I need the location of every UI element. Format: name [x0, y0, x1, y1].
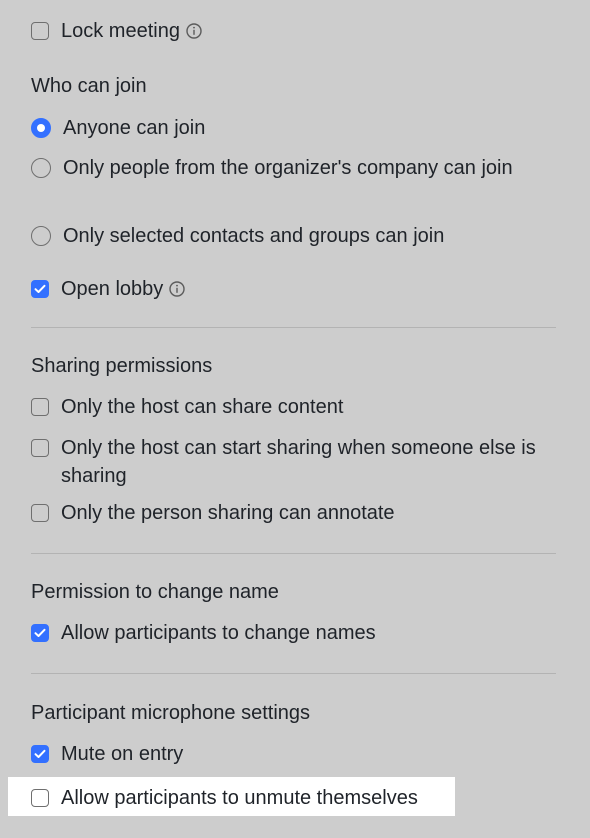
- lock-meeting-checkbox[interactable]: [31, 22, 49, 40]
- checkbox-label: Only the host can start sharing when som…: [61, 437, 536, 487]
- share-annotate-option[interactable]: Only the person sharing can annotate: [31, 499, 395, 527]
- share-host-start-option[interactable]: Only the host can start sharing when som…: [31, 434, 556, 490]
- checkbox[interactable]: [31, 439, 49, 457]
- radio-selected-contacts[interactable]: Only selected contacts and groups can jo…: [31, 222, 444, 250]
- checkbox-label: Mute on entry: [61, 743, 184, 765]
- radio-company-only[interactable]: Only people from the organizer's company…: [31, 154, 531, 182]
- checkbox-label: Allow participants to change names: [61, 622, 376, 644]
- open-lobby-label: Open lobby: [61, 278, 164, 300]
- checkbox-label: Only the host can share content: [61, 396, 344, 418]
- checkbox[interactable]: [31, 789, 49, 807]
- lock-meeting-option[interactable]: Lock meeting: [31, 17, 202, 45]
- section-divider: [31, 327, 556, 328]
- who-can-join-heading: Who can join: [31, 75, 147, 97]
- radio-label: Anyone can join: [63, 117, 206, 139]
- checkbox-label: Only the person sharing can annotate: [61, 502, 395, 524]
- radio-button-selected[interactable]: [31, 118, 51, 138]
- checkbox[interactable]: [31, 398, 49, 416]
- radio-label: Only people from the organizer's company…: [63, 157, 513, 179]
- mute-on-entry-option[interactable]: Mute on entry: [31, 740, 183, 768]
- checkbox-checked[interactable]: [31, 745, 49, 763]
- microphone-heading: Participant microphone settings: [31, 702, 311, 724]
- section-divider: [31, 553, 556, 554]
- section-divider: [31, 673, 556, 674]
- open-lobby-option[interactable]: Open lobby: [31, 275, 185, 303]
- info-icon[interactable]: [186, 23, 202, 39]
- share-host-only-option[interactable]: Only the host can share content: [31, 393, 343, 421]
- checkbox-label: Allow participants to unmute themselves: [61, 787, 418, 809]
- info-icon[interactable]: [169, 281, 185, 297]
- allow-change-names-option[interactable]: Allow participants to change names: [31, 619, 376, 647]
- open-lobby-checkbox[interactable]: [31, 280, 49, 298]
- lock-meeting-label: Lock meeting: [61, 20, 180, 42]
- allow-unmute-option[interactable]: Allow participants to unmute themselves: [31, 784, 418, 812]
- change-name-heading: Permission to change name: [31, 581, 279, 603]
- radio-button[interactable]: [31, 226, 51, 246]
- radio-button[interactable]: [31, 158, 51, 178]
- checkbox[interactable]: [31, 504, 49, 522]
- radio-anyone-can-join[interactable]: Anyone can join: [31, 114, 205, 142]
- sharing-permissions-heading: Sharing permissions: [31, 355, 213, 377]
- checkbox-checked[interactable]: [31, 624, 49, 642]
- radio-label: Only selected contacts and groups can jo…: [63, 225, 445, 247]
